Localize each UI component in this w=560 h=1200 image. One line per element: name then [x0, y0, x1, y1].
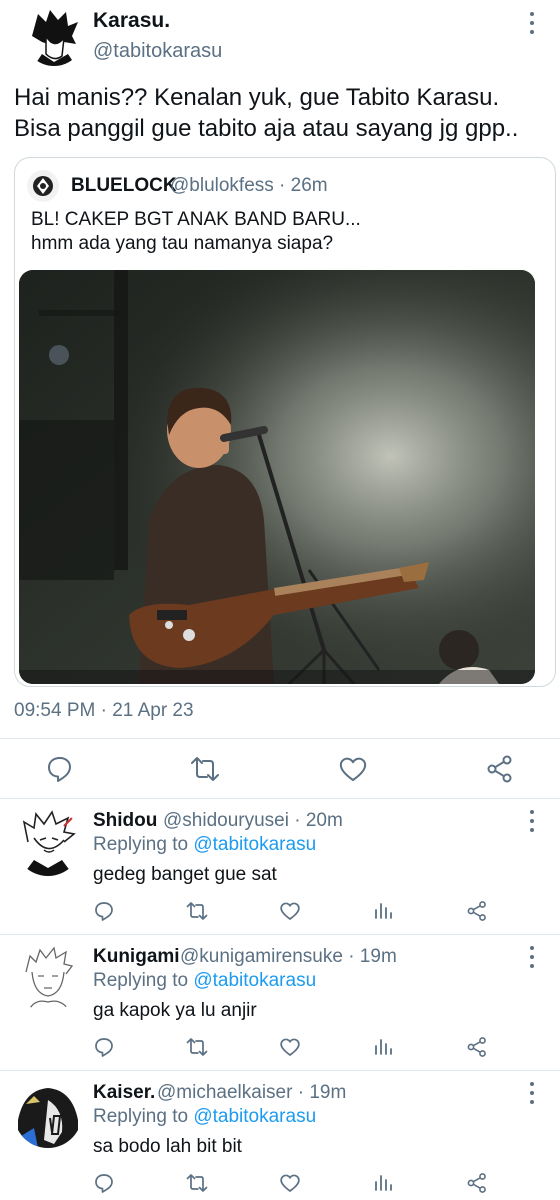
reply-text: gedeg banget gue sat — [93, 864, 277, 885]
reply-text: ga kapok ya lu anjir — [93, 1000, 257, 1021]
avatar[interactable] — [14, 944, 82, 1012]
more-options-icon[interactable] — [524, 10, 540, 36]
username-time[interactable]: @shidouryusei · 20m — [163, 810, 343, 832]
quoted-tweet[interactable]: BLUELOCK @blulokfess · 26m BL! CAKEP BGT… — [14, 157, 556, 687]
reply-tweet[interactable]: Kunigami @kunigamirensuke · 19m Replying… — [0, 936, 560, 1072]
divider — [0, 738, 560, 739]
mention-link[interactable]: @tabitokarasu — [193, 970, 316, 991]
share-icon[interactable] — [485, 754, 515, 784]
replying-to: Replying to @tabitokarasu — [93, 970, 316, 992]
username[interactable]: @tabitokarasu — [93, 40, 222, 63]
avatar[interactable] — [14, 808, 82, 876]
like-icon[interactable] — [338, 754, 368, 784]
display-name[interactable]: Kunigami — [93, 946, 180, 968]
retweet-icon[interactable] — [186, 900, 208, 922]
replying-to: Replying to @tabitokarasu — [93, 834, 316, 856]
quote-avatar — [27, 170, 59, 202]
divider — [0, 798, 560, 799]
divider — [0, 1070, 560, 1071]
tweet-timestamp[interactable]: 09:54 PM · 21 Apr 23 — [14, 700, 194, 722]
reply-tweet[interactable]: Kaiser. @michaelkaiser · 19m Replying to… — [0, 1072, 560, 1200]
replying-to: Replying to @tabitokarasu — [93, 1106, 316, 1128]
analytics-icon[interactable] — [372, 1036, 394, 1058]
analytics-icon[interactable] — [372, 900, 394, 922]
share-icon[interactable] — [466, 1172, 488, 1194]
replying-to-label: Replying to — [93, 834, 189, 855]
share-icon[interactable] — [466, 1036, 488, 1058]
reply-icon[interactable] — [93, 900, 115, 922]
more-options-icon[interactable] — [524, 808, 540, 834]
reply-icon[interactable] — [45, 754, 75, 784]
tweet-text: Hai manis?? Kenalan yuk, gue Tabito Kara… — [14, 82, 554, 144]
retweet-icon[interactable] — [186, 1036, 208, 1058]
divider — [0, 934, 560, 935]
replying-to-label: Replying to — [93, 1106, 189, 1127]
mention-link[interactable]: @tabitokarasu — [193, 834, 316, 855]
share-icon[interactable] — [466, 900, 488, 922]
quote-username-time: @blulokfess · 26m — [170, 175, 328, 196]
quote-text-line: hmm ada yang tau namanya siapa? — [31, 233, 334, 254]
main-tweet: Karasu. @tabitokarasu Hai manis?? Kenala… — [0, 0, 560, 800]
more-options-icon[interactable] — [524, 944, 540, 970]
retweet-icon[interactable] — [190, 754, 220, 784]
more-options-icon[interactable] — [524, 1080, 540, 1106]
display-name[interactable]: Kaiser. — [93, 1082, 155, 1104]
display-name[interactable]: Karasu. — [93, 9, 170, 33]
quote-display-name: BLUELOCK — [71, 175, 177, 196]
tweet-text-line: Bisa panggil gue tabito aja atau sayang … — [14, 115, 519, 142]
avatar[interactable] — [24, 6, 84, 66]
display-name[interactable]: Shidou — [93, 810, 157, 832]
like-icon[interactable] — [279, 900, 301, 922]
username-time[interactable]: @michaelkaiser · 19m — [157, 1082, 346, 1104]
mention-link[interactable]: @tabitokarasu — [193, 1106, 316, 1127]
analytics-icon[interactable] — [372, 1172, 394, 1194]
like-icon[interactable] — [279, 1036, 301, 1058]
reply-tweet[interactable]: Shidou @shidouryusei · 20m Replying to @… — [0, 800, 560, 936]
reply-icon[interactable] — [93, 1172, 115, 1194]
tweet-text-line: Hai manis?? Kenalan yuk, gue Tabito Kara… — [14, 84, 500, 111]
avatar[interactable] — [14, 1080, 82, 1148]
replying-to-label: Replying to — [93, 970, 189, 991]
quote-text-line: BL! CAKEP BGT ANAK BAND BARU... — [31, 209, 361, 230]
retweet-icon[interactable] — [186, 1172, 208, 1194]
reply-icon[interactable] — [93, 1036, 115, 1058]
concert-photo[interactable] — [19, 270, 535, 684]
quote-text: BL! CAKEP BGT ANAK BAND BARU... hmm ada … — [31, 208, 361, 256]
reply-text: sa bodo lah bit bit — [93, 1136, 242, 1157]
username-time[interactable]: @kunigamirensuke · 19m — [180, 946, 397, 968]
like-icon[interactable] — [279, 1172, 301, 1194]
